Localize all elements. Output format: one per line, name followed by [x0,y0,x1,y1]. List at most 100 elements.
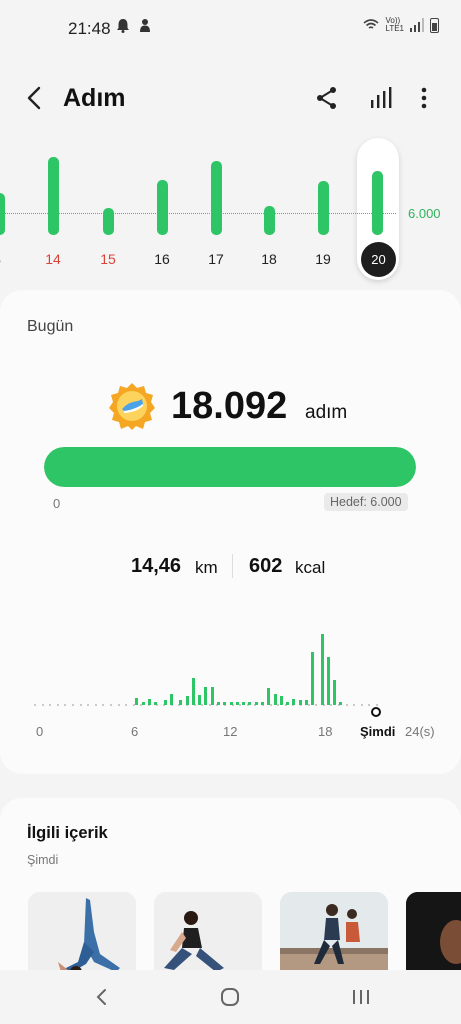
baseline-dot [56,704,59,706]
related-content-subtitle: Şimdi [27,853,59,867]
baseline-dot [64,704,67,706]
back-button[interactable] [20,82,50,114]
goal-achieved-medal-icon [109,383,155,430]
baseline-dot [201,704,204,706]
hourly-bar [286,701,290,705]
nav-home-button[interactable] [220,987,240,1007]
clock: 21:48 [68,19,111,38]
hourly-bar [147,699,151,705]
week-bar-16[interactable] [157,180,168,235]
baseline-dot [307,704,310,706]
hourly-bar [135,698,139,705]
week-day-label-17[interactable]: 17 [196,251,236,267]
related-content-title: İlgili içerik [27,824,108,842]
related-content-card: İlgili içerik Şimdi [0,798,461,998]
distance-unit: km [195,558,218,577]
share-button[interactable] [313,84,341,112]
week-day-label-13[interactable]: 3 [0,251,17,267]
chevron-left-icon [27,86,41,110]
hour-tick-0: 0 [36,724,44,739]
week-bar-14[interactable] [48,157,59,235]
baseline-dot [360,704,363,706]
statistics-button[interactable] [367,84,395,112]
hourly-bar [260,701,264,705]
goal-line-label: 6.000 [408,206,441,221]
battery-icon [430,17,439,33]
week-bar-13[interactable] [0,193,5,235]
nav-recent-apps-button[interactable] [350,987,372,1007]
hourly-bar [242,701,246,705]
status-notification-icons [116,18,152,35]
week-bar-20[interactable] [372,171,383,235]
nav-home-icon [221,988,239,1006]
baseline-dot [34,704,36,706]
hourly-bar [254,701,258,705]
signal-icon [410,18,424,32]
hour-tick-6: 6 [131,724,139,739]
hourly-bar [198,694,202,705]
app-header: Adım [0,70,461,126]
hourly-steps-chart[interactable]: 0 6 12 18 Şimdi 24(s) [30,620,450,750]
network-label: LTE1 [385,24,404,33]
hourly-bar [339,701,343,705]
today-title: Bugün [27,318,74,335]
progress-start-label: 0 [53,496,61,511]
hourly-bar [223,701,227,705]
week-bar-19[interactable] [318,181,329,235]
goal-badge: Hedef: 6.000 [324,493,408,511]
baseline-dot [41,704,44,706]
baseline-dot [239,704,242,706]
hourly-bar [292,699,296,705]
share-icon [317,87,336,109]
status-bar: 21:48 Vo)) LTE1 [0,0,461,56]
now-marker [371,707,381,717]
hourly-bar [311,652,315,705]
week-day-label-18[interactable]: 18 [249,251,289,267]
week-bar-15[interactable] [103,208,114,235]
goal-line [0,213,396,214]
hourly-bar [216,701,220,705]
hour-tick-18: 18 [318,724,333,739]
baseline-dot [368,704,371,706]
week-day-label-16[interactable]: 16 [142,251,182,267]
hourly-bar [185,695,189,705]
steps-progress-fill [44,447,416,487]
hourly-bar [279,695,283,705]
baseline-dot [72,704,74,706]
now-label: Şimdi [360,724,396,739]
more-vertical-icon [421,87,427,109]
hourly-bar [229,701,233,705]
hourly-bar [333,679,337,705]
notification-icon [140,19,151,32]
hourly-bar [304,700,308,705]
steps-value: 18.092 [171,385,288,427]
status-system-icons: Vo)) LTE1 [363,17,439,33]
nav-recent-icon [353,990,369,1004]
distance-value: 14,46 [131,555,182,577]
baseline-dot [315,704,318,706]
system-nav-bar [0,970,461,1024]
hourly-bar [267,687,271,705]
nav-back-button[interactable] [92,986,112,1008]
week-day-label-19[interactable]: 19 [303,251,343,267]
baseline-dot [125,704,128,706]
baseline-dot [117,704,120,706]
page-title: Adım [63,84,126,112]
week-bar-18[interactable] [264,206,275,235]
calories-value: 602 [249,555,283,577]
more-options-button[interactable] [413,84,435,112]
hourly-bar [248,701,252,705]
baseline-dot [376,704,378,706]
hourly-bar [179,700,183,705]
week-day-label-14[interactable]: 14 [33,251,73,267]
today-card: Bugün 18.092 adım 0 Hedef: 6.000 14,46 k… [0,290,461,774]
week-day-label-15[interactable]: 15 [88,251,128,267]
volte-indicator: Vo)) LTE1 [385,17,404,33]
calories-unit: kcal [295,558,326,577]
baseline-dot [87,704,90,706]
weekly-steps-chart[interactable]: 6.000 3 14 15 16 17 18 19 20 [0,138,461,280]
week-bar-17[interactable] [211,161,222,235]
hourly-bar [235,701,239,705]
selected-day-label[interactable]: 20 [361,242,396,277]
baseline-dot [49,704,52,706]
